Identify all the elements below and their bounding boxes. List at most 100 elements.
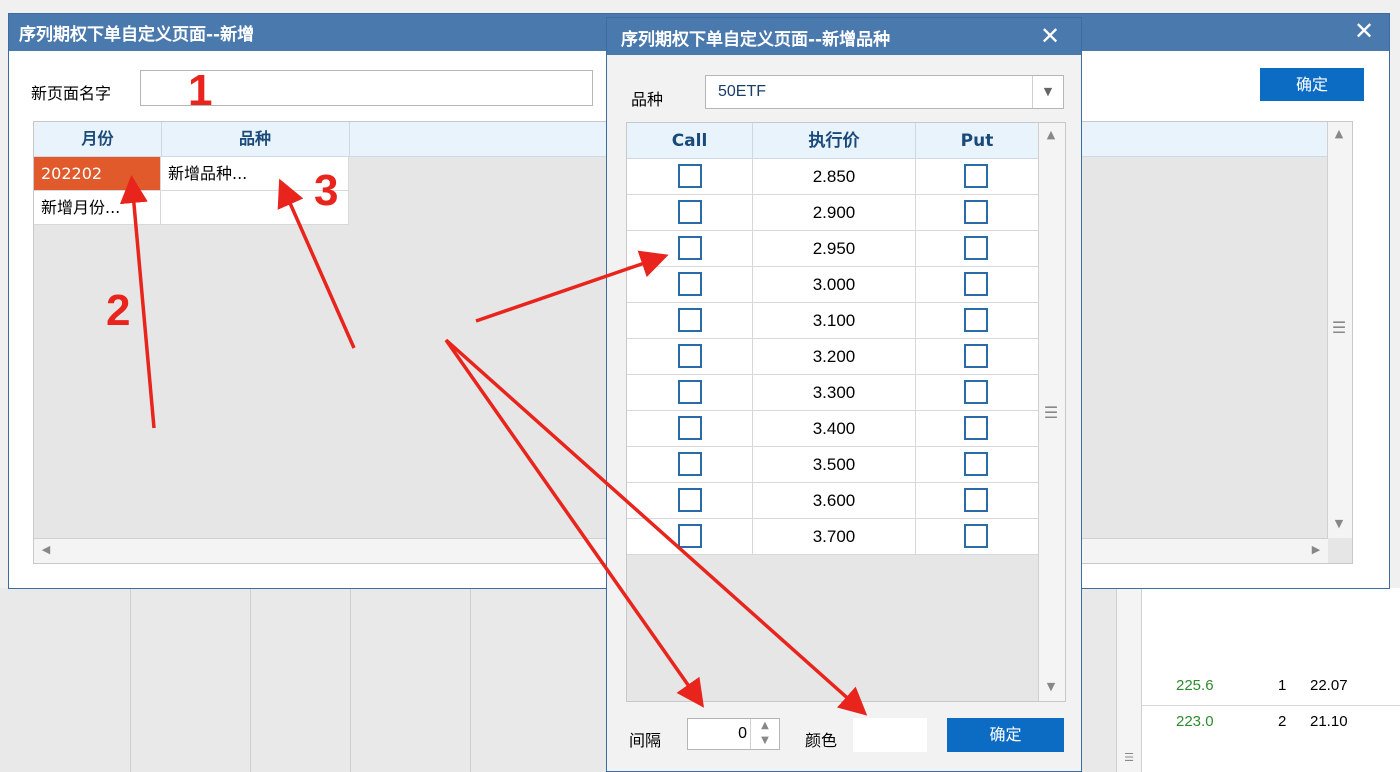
call-cell (627, 447, 753, 483)
call-checkbox[interactable] (678, 236, 702, 260)
put-checkbox[interactable] (964, 488, 988, 512)
put-checkbox[interactable] (964, 200, 988, 224)
scroll-down-icon[interactable]: ▼ (1329, 514, 1349, 534)
background-scrollbar[interactable]: ☰ (1116, 588, 1142, 772)
column-header-strike[interactable]: 执行价 (753, 123, 916, 159)
put-checkbox[interactable] (964, 380, 988, 404)
put-cell (916, 303, 1039, 339)
call-cell (627, 411, 753, 447)
put-checkbox[interactable] (964, 164, 988, 188)
scroll-down-icon[interactable]: ▼ (1041, 677, 1061, 697)
interval-stepper[interactable]: 0 ▲ ▼ (687, 718, 780, 750)
put-cell (916, 159, 1039, 195)
close-icon[interactable]: ✕ (1035, 20, 1065, 52)
call-checkbox[interactable] (678, 164, 702, 188)
decrement-icon[interactable]: ▼ (755, 731, 775, 751)
quote-qty: 2 (1278, 713, 1287, 730)
call-cell (627, 231, 753, 267)
quote-row: 223.0 2 21.10 (1160, 713, 1400, 735)
stepper-buttons[interactable]: ▲ ▼ (750, 719, 779, 749)
grid-cell-month-selected[interactable]: 202202 (34, 157, 161, 191)
page-name-label: 新页面名字 (31, 84, 112, 103)
call-checkbox[interactable] (678, 416, 702, 440)
column-header-call[interactable]: Call (627, 123, 753, 159)
column-header-month[interactable]: 月份 (34, 122, 162, 156)
confirm-button[interactable]: 确定 (1260, 68, 1364, 101)
color-label: 颜色 (805, 731, 838, 750)
strike-row: 3.400 (627, 411, 1039, 447)
put-cell (916, 411, 1039, 447)
strike-price: 3.600 (753, 483, 916, 519)
call-checkbox[interactable] (678, 272, 702, 296)
scroll-grip-icon[interactable]: ☰ (1041, 403, 1061, 423)
put-cell (916, 519, 1039, 555)
call-cell (627, 195, 753, 231)
call-cell (627, 519, 753, 555)
put-checkbox[interactable] (964, 236, 988, 260)
interval-value[interactable]: 0 (738, 725, 747, 743)
call-checkbox[interactable] (678, 308, 702, 332)
variety-select[interactable]: 50ETF ▼ (705, 75, 1064, 109)
put-checkbox[interactable] (964, 416, 988, 440)
put-checkbox[interactable] (964, 524, 988, 548)
column-header-variety[interactable]: 品种 (161, 122, 350, 156)
strike-price: 3.100 (753, 303, 916, 339)
strike-price: 3.700 (753, 519, 916, 555)
strike-price: 3.300 (753, 375, 916, 411)
call-checkbox[interactable] (678, 380, 702, 404)
confirm-button[interactable]: 确定 (947, 718, 1064, 752)
grid-cell-add-month[interactable]: 新增月份... (34, 191, 161, 225)
call-checkbox[interactable] (678, 452, 702, 476)
put-checkbox[interactable] (964, 308, 988, 332)
close-icon[interactable]: ✕ (1349, 16, 1379, 46)
call-checkbox[interactable] (678, 488, 702, 512)
quote-price: 223.0 (1176, 713, 1214, 730)
chevron-down-icon[interactable]: ▼ (1032, 76, 1063, 108)
variety-titlebar: 序列期权下单自定义页面--新增品种 ✕ (607, 18, 1081, 55)
strike-price: 3.000 (753, 267, 916, 303)
call-checkbox[interactable] (678, 344, 702, 368)
call-cell (627, 159, 753, 195)
color-picker[interactable] (853, 718, 927, 752)
variety-dialog-title: 序列期权下单自定义页面--新增品种 (621, 30, 891, 50)
strike-price: 2.950 (753, 231, 916, 267)
scroll-up-icon[interactable]: ▲ (1041, 125, 1061, 145)
variety-label: 品种 (631, 90, 664, 109)
strike-price: 3.200 (753, 339, 916, 375)
strike-row: 3.500 (627, 447, 1039, 483)
scroll-grip-icon[interactable]: ☰ (1329, 318, 1349, 338)
call-checkbox[interactable] (678, 524, 702, 548)
scroll-right-icon[interactable]: ▶ (1306, 540, 1326, 560)
scroll-left-icon[interactable]: ◀ (36, 540, 56, 560)
call-cell (627, 375, 753, 411)
strike-row: 3.300 (627, 375, 1039, 411)
put-checkbox[interactable] (964, 272, 988, 296)
interval-label: 间隔 (629, 731, 662, 750)
put-cell (916, 195, 1039, 231)
put-cell (916, 483, 1039, 519)
put-cell (916, 267, 1039, 303)
put-checkbox[interactable] (964, 452, 988, 476)
quote-value: 22.07 (1310, 677, 1348, 694)
main-dialog-title: 序列期权下单自定义页面--新增 (19, 25, 255, 45)
strike-price: 2.900 (753, 195, 916, 231)
annotation-number-2: 2 (106, 286, 131, 335)
grid-vertical-scrollbar[interactable]: ▲ ☰ ▼ (1327, 122, 1352, 538)
put-cell (916, 339, 1039, 375)
call-cell (627, 339, 753, 375)
scroll-up-icon[interactable]: ▲ (1329, 124, 1349, 144)
strike-row: 3.200 (627, 339, 1039, 375)
put-checkbox[interactable] (964, 344, 988, 368)
column-header-put[interactable]: Put (916, 123, 1039, 159)
strike-row: 2.850 (627, 159, 1039, 195)
annotation-number-1: 1 (188, 66, 213, 115)
strike-table-scrollbar[interactable]: ▲ ☰ ▼ (1038, 123, 1065, 701)
strike-row: 2.900 (627, 195, 1039, 231)
annotation-number-3: 3 (314, 166, 339, 215)
variety-select-value: 50ETF (718, 83, 767, 100)
quote-qty: 1 (1278, 677, 1287, 694)
quote-price: 225.6 (1176, 677, 1214, 694)
put-cell (916, 231, 1039, 267)
call-checkbox[interactable] (678, 200, 702, 224)
strike-row: 2.950 (627, 231, 1039, 267)
